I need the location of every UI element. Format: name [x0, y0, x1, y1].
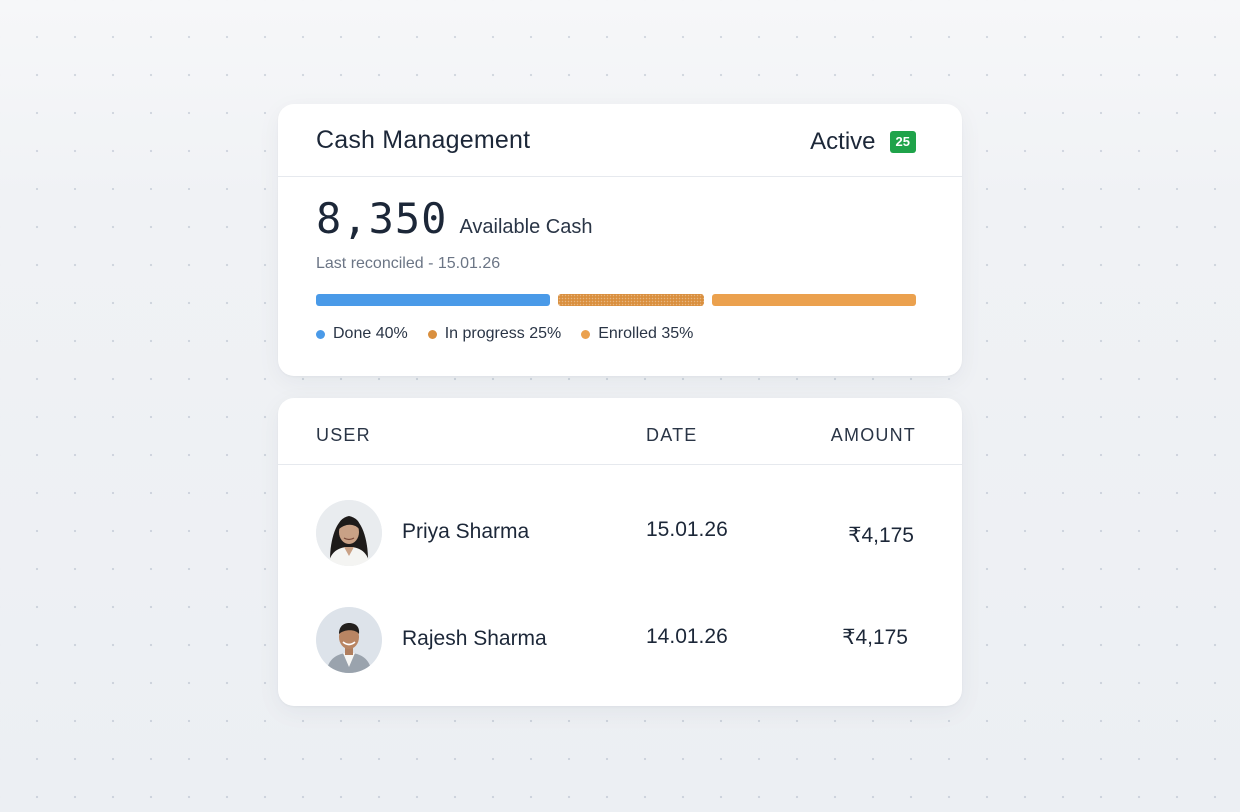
available-cash-label: Available Cash	[459, 216, 593, 238]
progress-segment-done	[316, 294, 550, 306]
row-amount: ₹4,175	[842, 626, 908, 649]
table-row[interactable]: Rajesh Sharma 14.01.26 ₹4,175	[278, 605, 962, 675]
cash-card-header: Cash Management Active 25	[278, 104, 962, 177]
cash-management-card: Cash Management Active 25 8,350 Availabl…	[278, 104, 962, 376]
progress-bar	[316, 294, 916, 306]
progress-legend: Done 40% In progress 25% Enrolled 35%	[316, 325, 693, 343]
transactions-table-card: USER DATE AMOUNT Priya Sharma 15.01.26 ₹…	[278, 398, 962, 706]
last-reconciled-text: Last reconciled - 15.01.26	[316, 255, 501, 272]
legend-label-done: Done 40%	[333, 325, 408, 342]
row-amount: ₹4,175	[848, 524, 914, 547]
row-date: 14.01.26	[646, 625, 728, 648]
available-cash-amount: 8,350	[316, 194, 448, 243]
user-name: Priya Sharma	[402, 520, 530, 543]
available-cash-row: 8,350 Available Cash	[316, 194, 592, 243]
woman-avatar-icon	[316, 500, 382, 566]
progress-segment-enrolled	[712, 294, 916, 306]
status-group: Active 25	[810, 128, 916, 156]
count-badge: 25	[889, 131, 916, 153]
column-header-user[interactable]: USER	[316, 425, 371, 446]
legend-dot-done	[316, 329, 325, 339]
column-header-date[interactable]: DATE	[646, 425, 697, 446]
column-header-amount[interactable]: AMOUNT	[831, 425, 916, 446]
legend-dot-in-progress	[427, 329, 437, 339]
legend-item-enrolled: Enrolled 35%	[581, 325, 693, 343]
table-row[interactable]: Priya Sharma 15.01.26 ₹4,175	[278, 498, 962, 568]
legend-item-in-progress: In progress 25%	[427, 325, 562, 343]
legend-label-enrolled: Enrolled 35%	[598, 325, 694, 342]
man-avatar-icon	[316, 607, 382, 673]
row-date: 15.01.26	[646, 518, 728, 541]
table-header: USER DATE AMOUNT	[278, 398, 962, 465]
progress-segment-in-progress	[558, 294, 704, 306]
legend-dot-enrolled	[581, 329, 591, 339]
user-name: Rajesh Sharma	[402, 627, 547, 650]
status-label: Active	[810, 128, 876, 155]
legend-item-done: Done 40%	[316, 325, 408, 343]
legend-label-in-progress: In progress 25%	[444, 325, 562, 342]
card-title: Cash Management	[316, 126, 531, 154]
